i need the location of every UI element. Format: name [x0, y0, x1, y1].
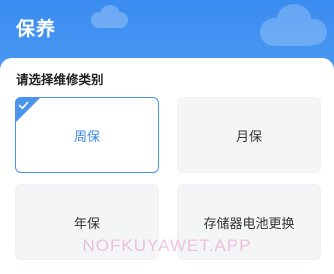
- checkmark-icon: [15, 97, 41, 123]
- option-label: 周保: [73, 129, 100, 145]
- cloud-icon: [91, 5, 128, 28]
- option-label: 存储器电池更换: [203, 216, 295, 232]
- section-title: 请选择维修类别: [16, 72, 104, 87]
- maintenance-screen: 保养 请选择维修类别 周保 月保 年保 存储器电池更换 NOFKUYAWET.A…: [0, 0, 334, 274]
- page-title: 保养: [16, 18, 57, 40]
- cloud-icon: [260, 4, 327, 46]
- option-label: 月保: [235, 129, 262, 145]
- option-monthly[interactable]: 月保: [177, 97, 321, 173]
- option-weekly[interactable]: 周保: [15, 97, 159, 173]
- option-label: 年保: [73, 216, 100, 232]
- watermark: NOFKUYAWET.APP: [82, 236, 252, 255]
